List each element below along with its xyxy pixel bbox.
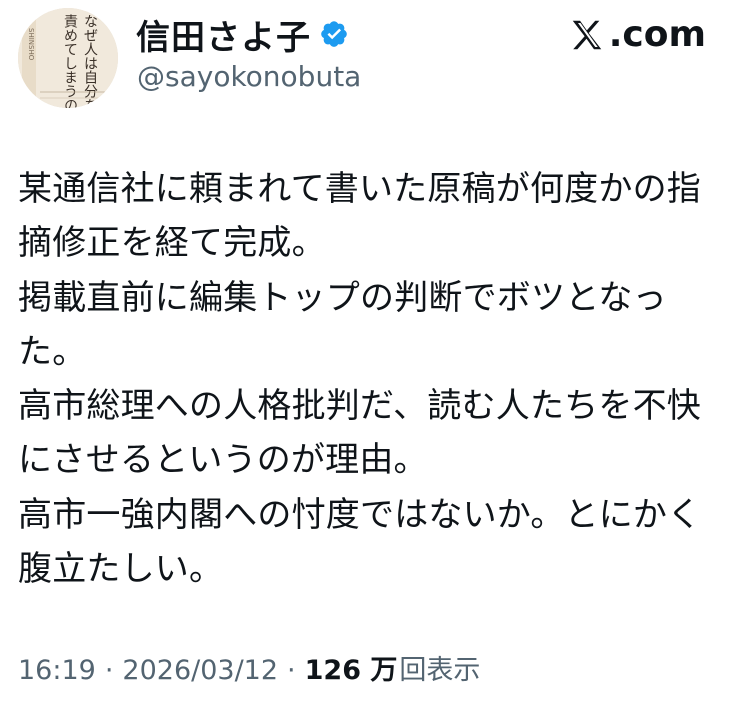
x-logo-icon (572, 20, 601, 49)
views-count: 126 万 (304, 655, 398, 686)
post-time[interactable]: 16:19 (18, 655, 96, 686)
views-label: 回表示 (399, 655, 481, 686)
tweet-text-line: にさせるというのが理由。 (18, 440, 428, 481)
tweet-meta: 16:19 · 2026/03/12 · 126 万 回表示 (18, 648, 480, 687)
tweet-text-line: 高市一強内閣への忖度ではないか。とにかく (18, 494, 702, 535)
post-date[interactable]: 2026/03/12 (122, 655, 278, 686)
book-cover-image: SHINSHO なぜ人は自分を 責めてしまうのか (18, 8, 118, 108)
tweet-card: SHINSHO なぜ人は自分を 責めてしまうのか 信田さよ子 @sayokono… (0, 0, 750, 714)
brand-text: .com (608, 14, 706, 55)
tweet-text-line: た。 (18, 331, 87, 372)
verified-badge-icon (321, 21, 347, 47)
tweet-text: 某通信社に頼まれて書いた原稿が何度かの指 摘修正を経て完成。 掲載直前に編集トッ… (18, 162, 733, 596)
avatar[interactable]: SHINSHO なぜ人は自分を 責めてしまうのか (18, 8, 118, 108)
meta-separator: · (287, 655, 296, 686)
book-title-col2: 責めてしまうのか (62, 14, 78, 108)
user-handle[interactable]: @sayokonobuta (137, 60, 361, 93)
tweet-text-line: 高市総理への人格批判だ、読む人たちを不快 (18, 386, 701, 427)
author-name-row: 信田さよ子 (136, 10, 349, 59)
meta-separator: · (104, 655, 114, 686)
tweet-text-line: 掲載直前に編集トップの判断でボツとなっ (18, 277, 667, 318)
tweet-text-line: 某通信社に頼まれて書いた原稿が何度かの指 (18, 169, 701, 209)
tweet-text-line: 腹立たしい。 (18, 549, 224, 590)
display-name[interactable]: 信田さよ子 (136, 10, 311, 59)
tweet-text-line: 摘修正を経て完成。 (18, 223, 326, 264)
book-title-col1: なぜ人は自分を (82, 14, 98, 108)
book-spine-text: SHINSHO (27, 28, 35, 61)
x-com-brand: .com (568, 14, 706, 55)
